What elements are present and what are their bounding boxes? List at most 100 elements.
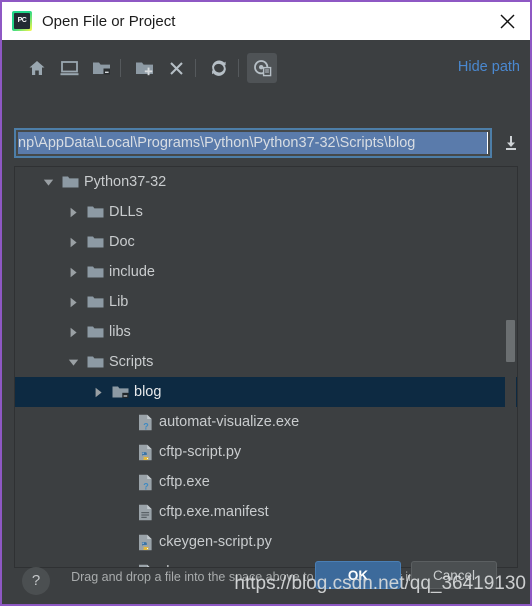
home-icon[interactable] xyxy=(22,53,52,83)
tree-row-label: ckeygen.exe xyxy=(159,564,240,567)
tree-scrollbar-thumb[interactable] xyxy=(506,320,515,362)
tree-row-label: Lib xyxy=(109,294,129,310)
chevron-right-icon[interactable] xyxy=(62,257,84,287)
folder-icon xyxy=(84,257,106,287)
unknown-file-icon: ? xyxy=(134,407,156,437)
close-icon[interactable] xyxy=(484,2,530,40)
chevron-down-icon[interactable] xyxy=(62,347,84,377)
tree-row-label: Scripts xyxy=(109,354,154,370)
refresh-icon[interactable] xyxy=(204,53,234,83)
hide-path-link[interactable]: Hide path xyxy=(458,59,520,75)
tree-row[interactable]: ? cftp.exe xyxy=(15,467,517,497)
path-input-value[interactable]: np\AppData\Local\Programs\Python\Python3… xyxy=(18,132,488,154)
folder-icon xyxy=(84,287,106,317)
tree-row[interactable]: ? automat-visualize.exe xyxy=(15,407,517,437)
toolbar-separator-2 xyxy=(195,59,196,77)
tree-twisty-empty xyxy=(112,437,134,467)
cancel-button[interactable]: Cancel xyxy=(411,561,497,589)
path-row: np\AppData\Local\Programs\Python\Python3… xyxy=(2,128,530,160)
tree-row-label: cftp.exe.manifest xyxy=(159,504,269,520)
folder-icon xyxy=(84,227,106,257)
folder-icon xyxy=(84,197,106,227)
tree-row[interactable]: Lib xyxy=(15,287,517,317)
tree-twisty-empty xyxy=(112,557,134,567)
tree-row[interactable]: cftp.exe.manifest xyxy=(15,497,517,527)
tree-row-selected[interactable]: blog xyxy=(15,377,517,407)
svg-text:?: ? xyxy=(143,421,149,431)
python-file-icon xyxy=(134,527,156,557)
dialog-body: Hide path np\AppData\Local\Programs\Pyth… xyxy=(2,40,530,604)
path-input[interactable]: np\AppData\Local\Programs\Python\Python3… xyxy=(14,128,492,158)
project-folder-icon[interactable] xyxy=(86,53,116,83)
folder-icon xyxy=(59,167,81,197)
download-icon[interactable] xyxy=(498,131,524,155)
tree-row-label: blog xyxy=(134,384,162,400)
toolbar-separator xyxy=(120,59,121,77)
file-tree-rows: Python37-32 DLLs Doc include Lib libs Scripts b… xyxy=(15,167,517,567)
tree-row[interactable]: Scripts xyxy=(15,347,517,377)
pycharm-icon: PC xyxy=(12,11,32,31)
tree-row-label: automat-visualize.exe xyxy=(159,414,300,430)
show-hidden-files-icon[interactable] xyxy=(247,53,277,83)
tree-row-label: DLLs xyxy=(109,204,143,220)
text-caret xyxy=(487,132,488,154)
desktop-icon[interactable] xyxy=(54,53,84,83)
help-button[interactable]: ? xyxy=(22,567,50,595)
tree-row-label: cftp.exe xyxy=(159,474,210,490)
svg-text:?: ? xyxy=(143,481,149,491)
ok-button[interactable]: OK xyxy=(315,561,401,589)
toolbar-separator-3 xyxy=(238,59,239,77)
tree-row-label: Python37-32 xyxy=(84,174,167,190)
new-folder-icon[interactable] xyxy=(129,53,159,83)
titlebar: PC Open File or Project xyxy=(2,2,530,40)
delete-icon[interactable] xyxy=(161,53,191,83)
tree-row-label: include xyxy=(109,264,155,280)
tree-twisty-empty xyxy=(112,407,134,437)
tree-row[interactable]: cftp-script.py xyxy=(15,437,517,467)
window-title: Open File or Project xyxy=(42,12,176,30)
chevron-right-icon[interactable] xyxy=(87,377,109,407)
chevron-right-icon[interactable] xyxy=(62,197,84,227)
tree-row[interactable]: Doc xyxy=(15,227,517,257)
tree-row[interactable]: libs xyxy=(15,317,517,347)
chevron-right-icon[interactable] xyxy=(62,317,84,347)
text-file-icon xyxy=(134,497,156,527)
unknown-file-icon: ? xyxy=(134,557,156,567)
tree-row-label: cftp-script.py xyxy=(159,444,242,460)
chevron-right-icon[interactable] xyxy=(62,287,84,317)
tree-row[interactable]: include xyxy=(15,257,517,287)
tree-twisty-empty xyxy=(112,497,134,527)
toolbar: Hide path xyxy=(2,50,530,88)
tree-row[interactable]: Python37-32 xyxy=(15,167,517,197)
tree-row[interactable]: ckeygen-script.py xyxy=(15,527,517,557)
tree-row-label: ckeygen-script.py xyxy=(159,534,272,550)
python-file-icon xyxy=(134,437,156,467)
unknown-file-icon: ? xyxy=(134,467,156,497)
tree-row-label: Doc xyxy=(109,234,135,250)
tree-row-label: libs xyxy=(109,324,131,340)
tree-twisty-empty xyxy=(112,467,134,497)
tree-scrollbar[interactable] xyxy=(505,168,516,567)
chevron-down-icon[interactable] xyxy=(37,167,59,197)
folder-icon xyxy=(84,347,106,377)
open-file-dialog: PC Open File or Project Hide path np\App… xyxy=(0,0,532,606)
file-tree[interactable]: Python37-32 DLLs Doc include Lib libs Scripts b… xyxy=(14,166,518,568)
chevron-right-icon[interactable] xyxy=(62,227,84,257)
tree-row[interactable]: DLLs xyxy=(15,197,517,227)
folder-badge-icon xyxy=(109,377,131,407)
folder-icon xyxy=(84,317,106,347)
